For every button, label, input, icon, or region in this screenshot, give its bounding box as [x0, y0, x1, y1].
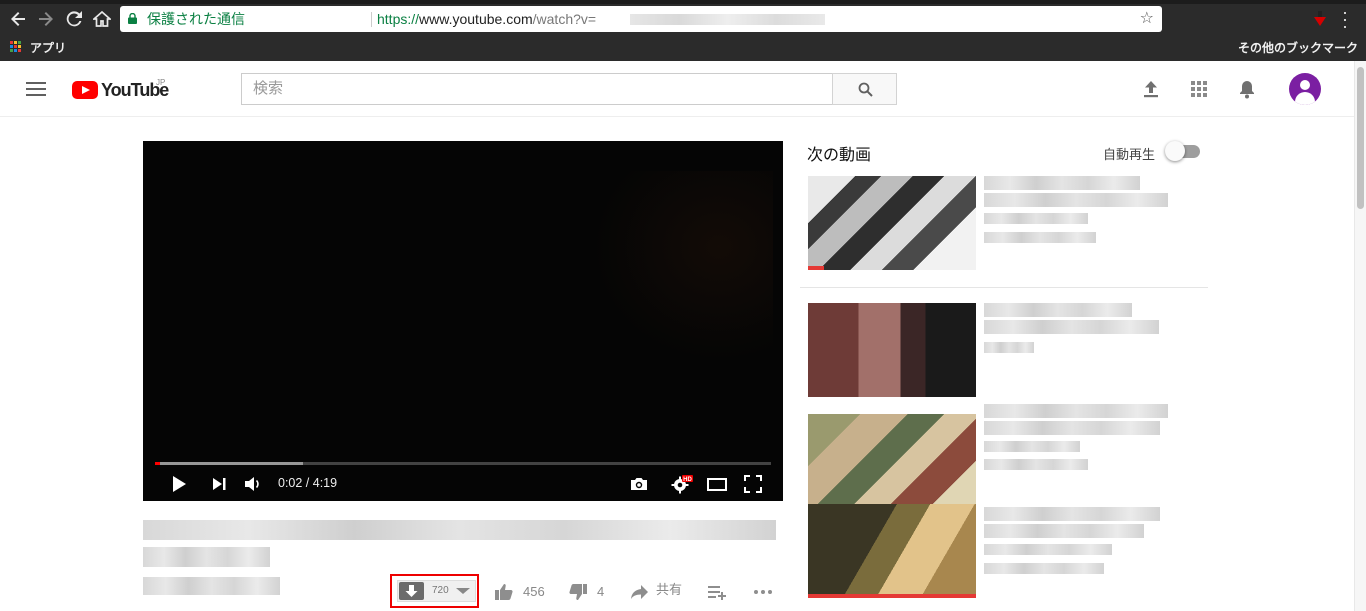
quality-dropdown-caret-icon[interactable]: [456, 588, 470, 594]
watched-progress-bar: [808, 594, 976, 598]
forward-arrow-icon[interactable]: [36, 10, 56, 28]
share-button[interactable]: 共有: [629, 581, 689, 603]
video-frame: [593, 171, 773, 361]
video-title-blurred[interactable]: [984, 176, 1140, 190]
search-button[interactable]: [832, 73, 897, 105]
hd-badge: HD: [683, 477, 692, 483]
browser-menu-icon[interactable]: · · ·: [1342, 3, 1348, 35]
view-count-blurred: [143, 577, 280, 595]
avatar-body: [1295, 92, 1315, 105]
bookmark-other-folder[interactable]: その他のブックマーク: [1238, 39, 1358, 56]
view-count-blurred: [984, 563, 1104, 574]
url-blurred-id: [630, 14, 825, 25]
video-thumbnail[interactable]: [808, 414, 976, 508]
avatar-head: [1300, 80, 1310, 90]
tab-strip-edge: [0, 0, 1366, 4]
play-icon[interactable]: [170, 474, 188, 494]
like-count: 456: [523, 584, 545, 599]
search-input[interactable]: 検索: [241, 73, 833, 105]
download-quality: 720: [432, 585, 449, 596]
more-actions-icon[interactable]: [752, 581, 774, 603]
logo-region: JP: [156, 78, 166, 87]
thumbs-up-icon: [495, 584, 513, 600]
upload-icon[interactable]: [1140, 78, 1162, 100]
channel-name-blurred: [984, 441, 1080, 452]
video-thumbnail[interactable]: [808, 176, 976, 270]
autoplay-toggle[interactable]: [1165, 141, 1200, 161]
back-arrow-icon[interactable]: [8, 10, 28, 28]
video-title-blurred[interactable]: [984, 421, 1160, 435]
bookmark-star-icon[interactable]: ☆: [1140, 6, 1154, 32]
video-title-line2-blurred: [143, 547, 270, 567]
bookmark-apps[interactable]: アプリ: [30, 39, 66, 56]
search-icon: [858, 82, 873, 97]
url-host: www.youtube.com: [419, 11, 533, 27]
settings-gear-icon[interactable]: HD: [670, 474, 694, 494]
browser-toolbar: 保護された通信 https://www.youtube.com/watch?v=…: [0, 0, 1366, 61]
thumbs-down-icon: [569, 584, 587, 600]
youtube-play-icon: [72, 81, 98, 99]
url-path: /watch?v=: [532, 11, 597, 27]
video-title-blurred[interactable]: [984, 320, 1159, 334]
url-text: https://www.youtube.com/watch?v=: [377, 6, 596, 32]
progress-bar[interactable]: [155, 462, 771, 465]
guide-menu-icon[interactable]: [26, 82, 46, 96]
download-button[interactable]: 720: [397, 580, 476, 602]
time-display: 0:02 / 4:19: [278, 476, 338, 490]
channel-name-blurred: [984, 342, 1034, 353]
video-thumbnail[interactable]: [808, 504, 976, 598]
home-icon[interactable]: [91, 10, 113, 28]
scrollbar-thumb[interactable]: [1357, 67, 1364, 209]
video-title-blurred[interactable]: [984, 507, 1160, 521]
yt-masthead: YouTube JP 検索: [0, 61, 1354, 117]
video-title-blurred[interactable]: [984, 524, 1144, 538]
share-label: 共有: [656, 582, 683, 597]
reload-icon[interactable]: [64, 10, 84, 28]
extension-download-icon[interactable]: [1313, 11, 1327, 27]
video-title-blurred[interactable]: [984, 193, 1168, 207]
channel-name-blurred: [984, 544, 1112, 555]
dislike-button[interactable]: 4: [568, 581, 608, 603]
video-title-blurred: [143, 520, 776, 540]
video-title-blurred[interactable]: [984, 303, 1132, 317]
omnibox-separator: [371, 12, 372, 27]
bookmarks-bar: アプリ その他のブックマーク: [0, 36, 1366, 61]
screenshot-camera-icon[interactable]: [629, 474, 649, 494]
autoplay-toggle-knob: [1165, 141, 1185, 161]
address-bar[interactable]: 保護された通信 https://www.youtube.com/watch?v=…: [120, 6, 1162, 32]
channel-name-blurred: [984, 213, 1088, 224]
view-count-blurred: [984, 459, 1088, 470]
account-avatar[interactable]: [1289, 73, 1321, 105]
autoplay-label: 自動再生: [1103, 147, 1156, 162]
up-next-heading: 次の動画: [807, 147, 872, 164]
progress-played: [155, 462, 160, 465]
theater-mode-icon[interactable]: [706, 474, 728, 494]
volume-icon[interactable]: [243, 474, 263, 494]
fullscreen-icon[interactable]: [743, 474, 763, 494]
notifications-bell-icon[interactable]: [1236, 78, 1258, 100]
url-scheme: https://: [377, 11, 420, 27]
next-video-icon[interactable]: [210, 474, 228, 494]
view-count-blurred: [984, 232, 1096, 243]
add-to-playlist-icon[interactable]: [706, 581, 728, 603]
sidebar-divider: [800, 287, 1208, 288]
lock-icon: [128, 13, 137, 24]
video-thumbnail[interactable]: [808, 303, 976, 397]
download-arrow-icon: [399, 582, 424, 600]
video-title-blurred[interactable]: [984, 404, 1168, 418]
apps-grid-icon[interactable]: [10, 41, 22, 53]
watched-progress-bar: [808, 266, 824, 270]
video-player[interactable]: 0:02 / 4:19 HD: [143, 141, 783, 501]
security-label: 保護された通信: [147, 11, 245, 27]
like-button[interactable]: 456: [494, 581, 554, 603]
dislike-count: 4: [597, 584, 605, 599]
apps-grid-icon[interactable]: [1188, 78, 1210, 100]
share-arrow-icon: [631, 585, 648, 599]
progress-loaded: [155, 462, 303, 465]
page-scrollbar[interactable]: [1354, 61, 1366, 611]
